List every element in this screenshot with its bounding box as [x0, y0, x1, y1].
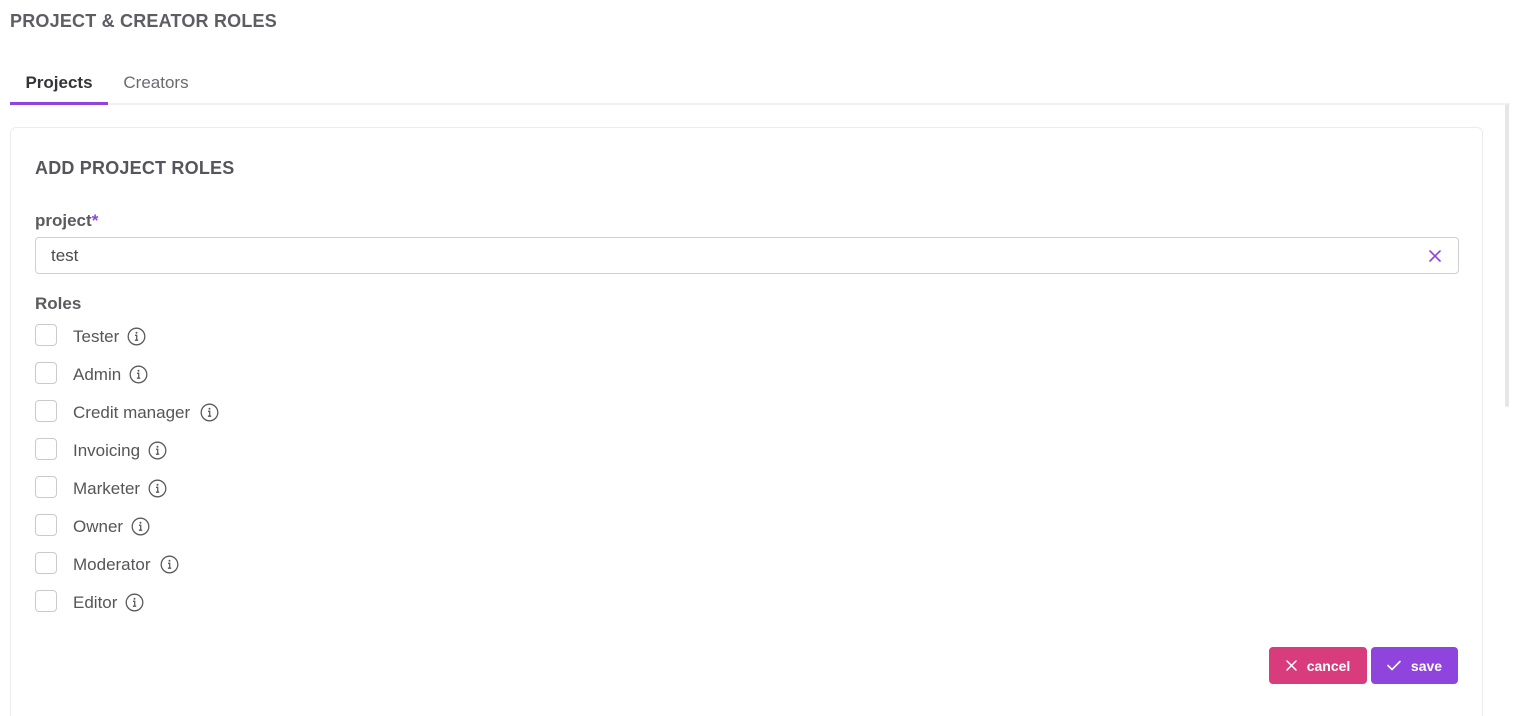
role-label-moderator: Moderator: [73, 555, 151, 574]
role-item-editor: Editor: [35, 590, 335, 614]
tab-creators[interactable]: Creators: [108, 62, 204, 105]
card-title: ADD PROJECT ROLES: [35, 158, 235, 178]
role-checkbox-moderator[interactable]: [35, 552, 57, 574]
role-label-tester: Tester: [73, 327, 120, 346]
role-label-admin: Admin: [73, 365, 122, 384]
info-icon[interactable]: [127, 327, 146, 346]
close-icon: [1285, 660, 1297, 671]
roles-label: Roles: [35, 294, 82, 313]
role-item-tester: Tester: [35, 324, 335, 348]
info-icon[interactable]: [125, 593, 144, 612]
info-icon[interactable]: [200, 403, 219, 422]
project-field-label: project*: [35, 211, 98, 231]
role-item-credit-manager: Credit manager: [35, 400, 335, 424]
role-item-moderator: Moderator: [35, 552, 335, 576]
role-label-invoicing: Invoicing: [73, 441, 141, 460]
role-checkbox-admin[interactable]: [35, 362, 57, 384]
project-label-text: project: [35, 211, 92, 230]
role-item-invoicing: Invoicing: [35, 438, 335, 462]
role-checkbox-tester[interactable]: [35, 324, 57, 346]
role-item-admin: Admin: [35, 362, 335, 386]
role-item-owner: Owner: [35, 514, 335, 538]
role-label-marketer: Marketer: [73, 479, 141, 498]
role-item-marketer: Marketer: [35, 476, 335, 500]
clear-icon[interactable]: [1428, 249, 1442, 263]
project-input[interactable]: [36, 238, 1396, 273]
info-icon[interactable]: [148, 479, 167, 498]
role-checkbox-editor[interactable]: [35, 590, 57, 612]
info-icon[interactable]: [129, 365, 148, 384]
cancel-button[interactable]: cancel: [1269, 647, 1367, 684]
save-button[interactable]: save: [1371, 647, 1458, 684]
scrollbar-thumb[interactable]: [1505, 104, 1509, 407]
info-icon[interactable]: [131, 517, 150, 536]
role-checkbox-marketer[interactable]: [35, 476, 57, 498]
role-checkbox-owner[interactable]: [35, 514, 57, 536]
cancel-button-label: cancel: [1306, 657, 1351, 674]
role-label-credit-manager: Credit manager: [73, 403, 191, 422]
tab-bar: Projects Creators: [10, 62, 1510, 105]
save-button-label: save: [1410, 657, 1443, 674]
role-label-editor: Editor: [73, 593, 118, 612]
check-icon: [1387, 660, 1401, 671]
project-select[interactable]: [35, 237, 1459, 274]
info-icon[interactable]: [148, 441, 167, 460]
role-label-owner: Owner: [73, 517, 124, 536]
required-marker: *: [91, 211, 99, 230]
page-title: PROJECT & CREATOR ROLES: [10, 11, 277, 31]
info-icon[interactable]: [160, 555, 179, 574]
role-checkbox-invoicing[interactable]: [35, 438, 57, 460]
add-project-roles-card: ADD PROJECT ROLES project* Roles Tester …: [10, 127, 1483, 716]
tab-projects[interactable]: Projects: [10, 62, 108, 105]
role-checkbox-credit-manager[interactable]: [35, 400, 57, 422]
